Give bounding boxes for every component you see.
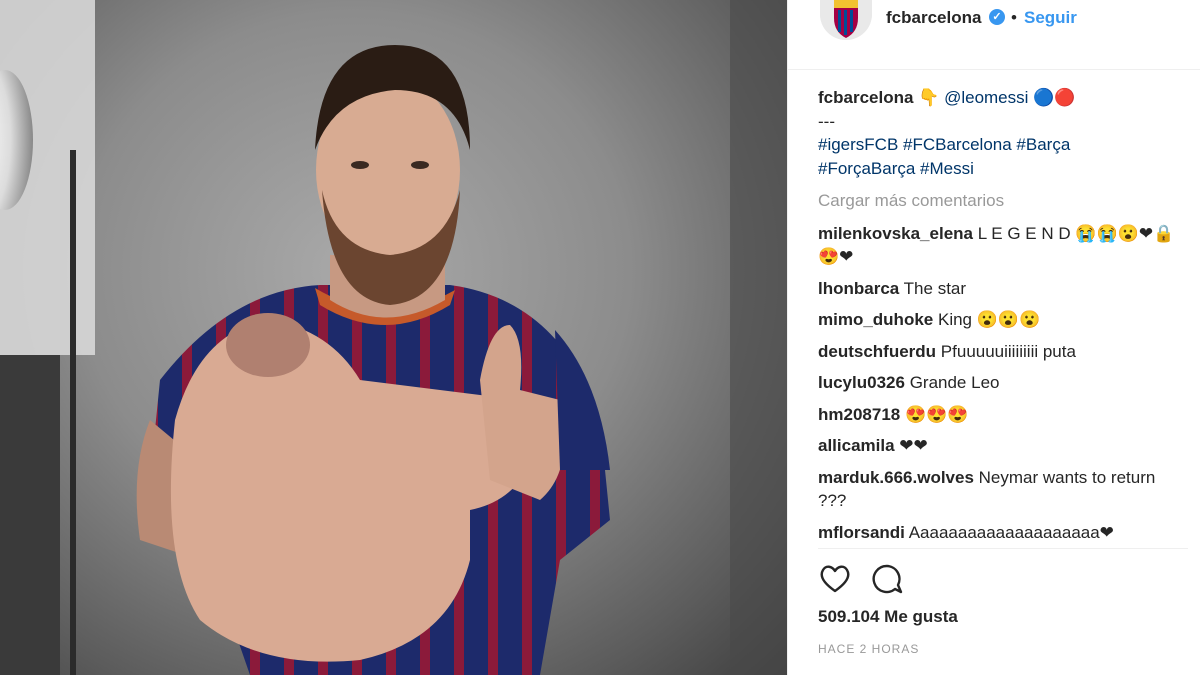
post-timestamp: HACE 2 HORAS <box>818 642 920 656</box>
likes-count[interactable]: 509.104 Me gusta <box>818 607 958 627</box>
comment-username[interactable]: allicamila <box>818 436 895 455</box>
verified-badge-icon: ✓ <box>989 9 1005 25</box>
divider <box>818 548 1188 549</box>
fcb-crest-icon <box>820 0 872 40</box>
comment-username[interactable]: marduk.666.wolves <box>818 468 974 487</box>
comment-username[interactable]: lucylu0326 <box>818 373 905 392</box>
comment-text: Aaaaaaaaaaaaaaaaaaaa❤ <box>908 522 1114 542</box>
pointing-down-icon: 👇 <box>918 88 940 107</box>
comment-username[interactable]: lhonbarca <box>818 279 899 298</box>
header-separator: • <box>1011 8 1017 27</box>
comment-username[interactable]: deutschfuerdu <box>818 342 936 361</box>
caption-hashtags[interactable]: #ForçaBarça #Messi <box>818 157 1188 181</box>
comment-item: lhonbarca The star <box>818 277 1188 301</box>
caption-line: fcbarcelona 👇 @leomessi 🔵🔴 <box>818 86 1188 110</box>
comment-item: marduk.666.wolves Neymar wants to return… <box>818 466 1188 513</box>
comment-text: 😍😍😍 <box>904 404 969 424</box>
comment-item: deutschfuerdu Pfuuuuuiiiiiiiii puta <box>818 340 1188 364</box>
header-username[interactable]: fcbarcelona <box>886 8 981 28</box>
follow-button[interactable]: Seguir <box>1024 8 1077 28</box>
comment-item: milenkovska_elena L E G E N D 😭😭😮❤🔒😍❤ <box>818 222 1188 269</box>
comment-username[interactable]: hm208718 <box>818 405 900 424</box>
comment-text: The star <box>903 278 967 298</box>
comment-username[interactable]: mimo_duhoke <box>818 310 933 329</box>
post-photo[interactable] <box>0 0 787 675</box>
heart-icon[interactable] <box>818 562 852 596</box>
comment-text: Grande Leo <box>909 373 1000 392</box>
caption-hashtags[interactable]: #igersFCB #FCBarcelona #Barça <box>818 133 1188 157</box>
comment-username[interactable]: milenkovska_elena <box>818 224 973 243</box>
caption-emoji: 🔵🔴 <box>1033 88 1076 107</box>
caption-separator: --- <box>818 111 835 131</box>
post-header: fcbarcelona ✓ • Seguir <box>788 0 1200 70</box>
load-more-comments-button[interactable]: Cargar más comentarios <box>818 189 1188 213</box>
comment-item: mimo_duhoke King 😮😮😮 <box>818 308 1188 332</box>
caption-mention[interactable]: @leomessi <box>944 88 1028 107</box>
comment-item: hm208718 😍😍😍 <box>818 403 1188 427</box>
comment-item: lucylu0326 Grande Leo <box>818 371 1188 395</box>
comment-item: mflorsandi Aaaaaaaaaaaaaaaaaaaa❤ <box>818 521 1188 545</box>
comment-text: King 😮😮😮 <box>937 310 1041 329</box>
photo-illustration <box>0 0 787 675</box>
comment-username[interactable]: mflorsandi <box>818 523 905 542</box>
caption-username[interactable]: fcbarcelona <box>818 88 913 107</box>
avatar[interactable] <box>820 0 872 40</box>
comments-list: fcbarcelona 👇 @leomessi 🔵🔴 --- #igersFCB… <box>818 86 1188 552</box>
post-side-panel: fcbarcelona ✓ • Seguir fcbarcelona 👇 @le… <box>787 0 1200 675</box>
comment-item: allicamila ❤❤ <box>818 434 1188 458</box>
comment-text: Pfuuuuuiiiiiiiii puta <box>940 341 1076 361</box>
comment-icon[interactable] <box>870 562 904 596</box>
comment-text: ❤❤ <box>899 436 928 455</box>
